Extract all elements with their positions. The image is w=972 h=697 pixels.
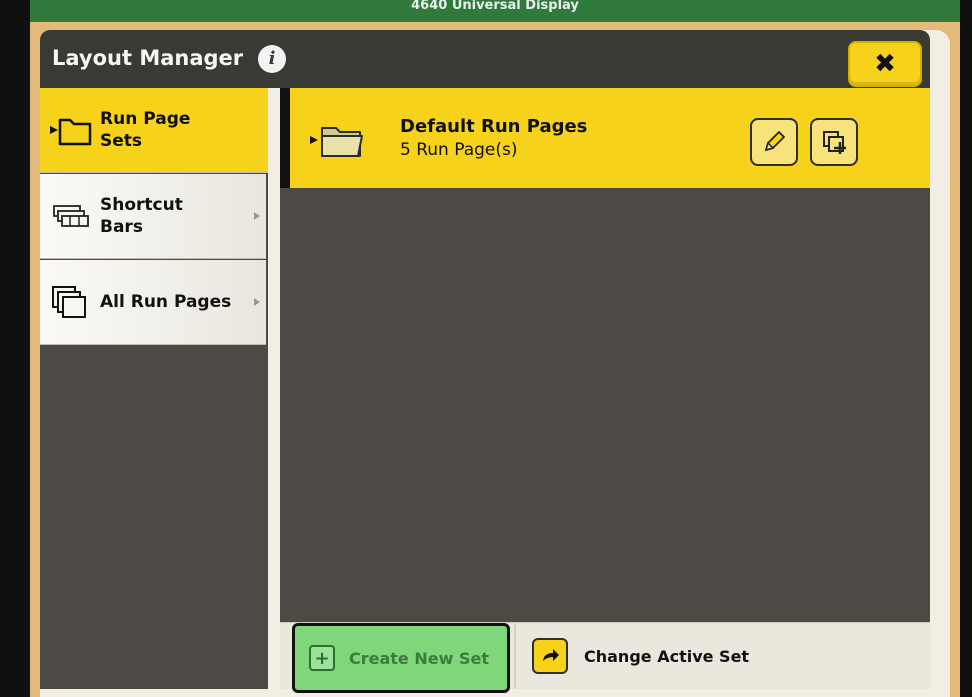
active-row-marker xyxy=(280,88,290,188)
panel-divider xyxy=(268,88,280,689)
copy-set-button[interactable] xyxy=(810,118,858,166)
chevron-right-icon xyxy=(254,212,260,220)
sidebar-item-label: Run Page xyxy=(100,109,191,129)
list-item[interactable]: Default Run Pages 5 Run Page(s) xyxy=(280,88,930,188)
sidebar-item-label: All Run Pages xyxy=(100,292,232,312)
shortcut-bars-icon xyxy=(53,205,89,227)
bottom-action-bar: + Create New Set Change Active Set xyxy=(280,622,930,693)
display-bezel-left xyxy=(0,0,30,697)
sidebar-item-run-page-sets[interactable]: Run Page Sets xyxy=(40,88,268,173)
plus-icon: + xyxy=(309,645,335,671)
pencil-icon xyxy=(764,131,785,152)
sidebar-item-label-2: Bars xyxy=(100,217,143,237)
sidebar-item-shortcut-bars[interactable]: Shortcut Bars xyxy=(40,174,266,259)
sidebar-item-all-run-pages[interactable]: All Run Pages xyxy=(40,260,266,345)
display-bezel-right xyxy=(960,0,972,697)
change-active-set-button[interactable]: Change Active Set xyxy=(514,623,916,689)
folder-icon xyxy=(50,118,92,146)
duplicate-icon xyxy=(823,131,846,154)
open-folder-icon xyxy=(310,127,363,157)
app-title: 4640 Universal Display xyxy=(411,0,579,13)
run-page-sets-list: Default Run Pages 5 Run Page(s) + Create… xyxy=(280,88,930,693)
sidebar: Run Page Sets Shortcut Bars All Run Page… xyxy=(40,88,280,689)
app-title-bar: 4640 Universal Display xyxy=(30,0,960,24)
sidebar-item-label: Shortcut xyxy=(100,195,183,215)
edit-button[interactable] xyxy=(750,118,798,166)
create-new-set-label: Create New Set xyxy=(349,648,489,668)
close-button[interactable]: ✖ xyxy=(848,41,922,87)
dialog-title: Layout Manager xyxy=(52,46,244,70)
dialog-titlebar: Layout Manager i ✖ xyxy=(40,30,930,88)
close-icon: ✖ xyxy=(874,49,896,79)
change-active-set-label: Change Active Set xyxy=(584,646,750,666)
sidebar-item-label-2: Sets xyxy=(100,131,143,151)
pages-stack-icon xyxy=(52,286,86,318)
info-icon[interactable]: i xyxy=(258,45,286,73)
chevron-right-icon xyxy=(254,298,260,306)
layout-manager-dialog: Layout Manager i ✖ Run Page Sets Shortcu… xyxy=(30,22,960,697)
set-name: Default Run Pages xyxy=(400,116,588,137)
redo-arrow-icon xyxy=(532,638,568,674)
set-page-count: 5 Run Page(s) xyxy=(400,140,518,160)
create-new-set-button[interactable]: + Create New Set xyxy=(292,623,510,693)
